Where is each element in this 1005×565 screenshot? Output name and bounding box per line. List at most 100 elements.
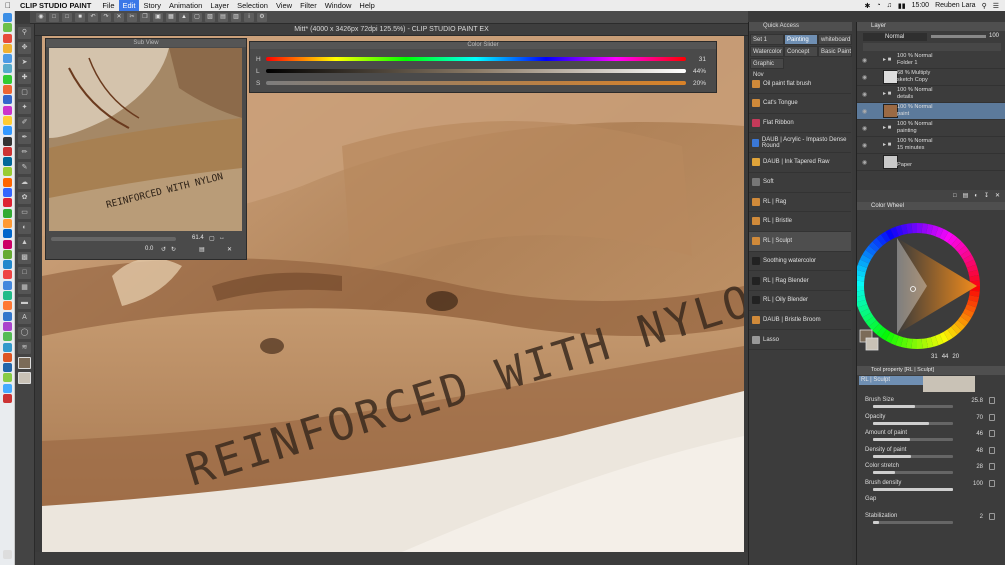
folder-icon[interactable]: ▸ ■: [883, 124, 891, 131]
app-icon[interactable]: [2, 291, 12, 301]
app-name-menu[interactable]: CLIP STUDIO PAINT: [20, 1, 91, 10]
blend-mode-select[interactable]: Normal: [863, 33, 927, 41]
tool-name-tab[interactable]: RL | Sculpt: [859, 376, 923, 385]
app-icon[interactable]: [2, 332, 12, 342]
color-swatch-sub[interactable]: [18, 372, 31, 384]
pencil-tool-icon[interactable]: ✏: [18, 147, 31, 159]
property-slider[interactable]: [873, 421, 953, 425]
menu-view[interactable]: View: [272, 0, 296, 11]
property-value[interactable]: 100: [973, 481, 983, 487]
lightness-slider[interactable]: [266, 69, 686, 73]
zoom-tool-icon[interactable]: ⚲: [18, 27, 31, 39]
folder-icon[interactable]: ▸ ■: [883, 141, 891, 148]
app-icon[interactable]: [2, 280, 12, 290]
app-icon[interactable]: [2, 270, 12, 280]
rotate-right-icon[interactable]: ↻: [171, 246, 176, 253]
quick-access-item[interactable]: RL | Oily Blender: [749, 291, 851, 311]
pressure-toggle-icon[interactable]: [989, 397, 995, 404]
tab-whiteboard[interactable]: whiteboard: [818, 34, 852, 45]
delete-icon[interactable]: ✕: [227, 246, 232, 253]
pressure-toggle-icon[interactable]: [989, 446, 995, 454]
tool-property-row[interactable]: Opacity 70: [865, 413, 999, 428]
app-icon[interactable]: [2, 95, 12, 105]
app-icon[interactable]: [2, 249, 12, 259]
app-icon[interactable]: [2, 23, 12, 33]
app-icon[interactable]: [2, 198, 12, 208]
ruler-tool-icon[interactable]: ▬: [18, 297, 31, 309]
open-file-icon[interactable]: □: [62, 12, 72, 22]
decoration-tool-icon[interactable]: ✿: [18, 192, 31, 204]
gradient-tool-icon[interactable]: ▩: [18, 252, 31, 264]
visibility-eye-icon[interactable]: ◉: [862, 142, 869, 149]
spotlight-icon[interactable]: ⚲: [982, 2, 987, 10]
fill-tool-icon[interactable]: ▲: [18, 237, 31, 249]
merge-icon[interactable]: ↧: [984, 190, 989, 202]
folder-icon[interactable]: ▸ ■: [883, 56, 891, 63]
app-icon[interactable]: [2, 167, 12, 177]
quick-access-item[interactable]: Lasso: [749, 330, 851, 351]
app-icon[interactable]: [2, 105, 12, 115]
app-icon[interactable]: [2, 218, 12, 228]
tab-watercolor[interactable]: Watercolor: [750, 46, 784, 57]
property-value[interactable]: 25.8: [971, 398, 983, 404]
property-slider[interactable]: [873, 438, 953, 441]
property-slider[interactable]: [873, 487, 953, 491]
quick-access-item[interactable]: RL | Rag: [749, 192, 851, 213]
app-icon[interactable]: [2, 260, 12, 270]
figure-tool-icon[interactable]: □: [18, 267, 31, 279]
layer-row[interactable]: ◉ ▸ ■ 100 % Normal 15 minutes: [857, 137, 1005, 154]
info-icon[interactable]: i: [244, 12, 254, 22]
layer-opacity-slider[interactable]: [931, 35, 986, 38]
pen-tool-icon[interactable]: ✒: [18, 132, 31, 144]
quick-access-item[interactable]: DAUB | Ink Tapered Raw: [749, 153, 851, 173]
quick-access-item[interactable]: Oil paint flat brush: [749, 74, 851, 94]
app-icon[interactable]: [2, 177, 12, 187]
app-icon[interactable]: [2, 393, 12, 403]
tab-graphic-novel[interactable]: Graphic Nov: [750, 58, 784, 78]
tool-property-row[interactable]: Color stretch 28: [865, 463, 999, 477]
tab-set-1[interactable]: Set 1: [750, 34, 784, 45]
move-tool-icon[interactable]: ✥: [18, 42, 31, 54]
reference-image[interactable]: REINFORCED WITH NYLON: [49, 48, 242, 231]
visibility-eye-icon[interactable]: ◉: [862, 91, 869, 98]
layer-row[interactable]: ◉ ▸ ■ 100 % Normal details: [857, 86, 1005, 103]
color-wheel[interactable]: [857, 210, 1005, 366]
app-icon[interactable]: [2, 383, 12, 393]
property-slider[interactable]: [873, 520, 953, 524]
save-icon[interactable]: ■: [75, 12, 85, 22]
visibility-eye-icon[interactable]: ◉: [862, 125, 869, 132]
tab-painting[interactable]: Painting: [784, 34, 818, 45]
eyedropper-tool-icon[interactable]: ✐: [18, 117, 31, 129]
property-value[interactable]: 2: [980, 514, 983, 520]
layer-row[interactable]: ◉ 100 % Normal paint: [857, 103, 1005, 120]
menu-layer[interactable]: Layer: [206, 0, 233, 11]
rotate-left-icon[interactable]: ↺: [161, 246, 166, 253]
tool-property-row[interactable]: Brush density 100: [865, 479, 999, 494]
quick-access-item[interactable]: Flat Ribbon: [749, 113, 851, 134]
redo-icon[interactable]: ↷: [101, 12, 111, 22]
delete-layer-icon[interactable]: ✕: [995, 190, 1000, 202]
quick-access-item[interactable]: RL | Rag Blender: [749, 271, 851, 291]
hue-slider[interactable]: [266, 57, 686, 61]
clear-icon[interactable]: ✕: [114, 12, 124, 22]
zoom-value[interactable]: 61.4: [192, 235, 204, 241]
battery-icon[interactable]: ▮▮: [898, 2, 906, 10]
menu-story[interactable]: Story: [139, 0, 165, 11]
saturation-value[interactable]: 20%: [686, 80, 706, 87]
property-slider[interactable]: [873, 454, 953, 458]
selection-tool-icon[interactable]: ▢: [18, 87, 31, 99]
app-icon[interactable]: [2, 146, 12, 156]
property-slider[interactable]: [873, 471, 953, 474]
folder-icon[interactable]: ▸ ■: [883, 90, 891, 97]
balloon-tool-icon[interactable]: ◯: [18, 327, 31, 339]
app-icon[interactable]: [2, 239, 12, 249]
angle-value[interactable]: 0.0: [145, 246, 153, 252]
tab-basic-paint[interactable]: Basic Paint: [818, 46, 852, 57]
settings-icon[interactable]: ⚙: [257, 12, 267, 22]
app-icon[interactable]: [2, 301, 12, 311]
ruler-icon[interactable]: ▥: [231, 12, 241, 22]
frame-tool-icon[interactable]: ▦: [18, 282, 31, 294]
property-slider[interactable]: [873, 405, 953, 408]
apple-icon[interactable]: : [0, 1, 16, 10]
text-tool-icon[interactable]: A: [18, 312, 31, 324]
